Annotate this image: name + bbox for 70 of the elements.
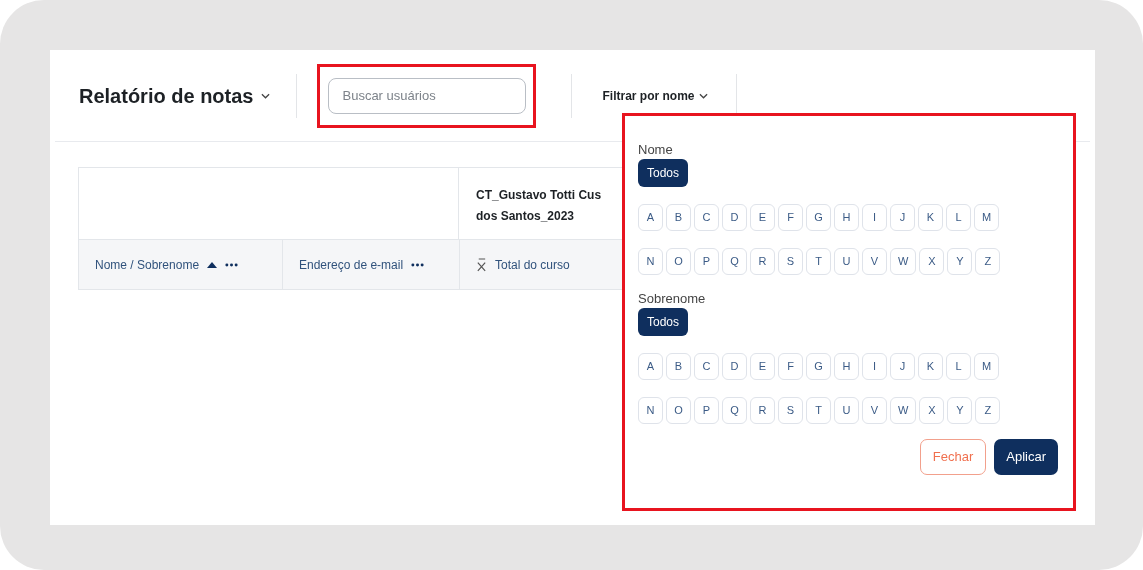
letter-button[interactable]: K [918, 204, 943, 231]
letter-button[interactable]: R [750, 248, 775, 275]
letter-button[interactable]: F [778, 353, 803, 380]
group-header: CT_Gustavo Totti Cus dos Santos_2023 [476, 187, 603, 225]
column-label[interactable]: Nome / Sobrenome [95, 255, 200, 274]
letter-button[interactable]: Z [975, 397, 1001, 424]
letter-button[interactable]: U [834, 248, 859, 275]
letter-button[interactable]: N [638, 397, 663, 424]
letter-button[interactable]: J [890, 353, 915, 380]
letter-button[interactable]: J [890, 204, 915, 231]
letter-button[interactable]: O [666, 248, 691, 275]
filter-dropdown[interactable]: Filtrar por nome [602, 86, 708, 105]
letter-button[interactable]: E [750, 204, 775, 231]
letter-button[interactable]: C [694, 353, 719, 380]
more-icon[interactable] [225, 262, 239, 267]
letter-button[interactable]: P [694, 248, 719, 275]
chevron-down-icon [261, 92, 271, 99]
letter-button[interactable]: L [946, 353, 971, 380]
group-label: Sobrenome [638, 291, 707, 307]
letter-button[interactable]: Z [975, 248, 1001, 275]
letter-button[interactable]: U [834, 397, 859, 424]
letter-button[interactable]: O [666, 397, 691, 424]
letter-button[interactable]: V [862, 397, 887, 424]
letter-button[interactable]: B [666, 204, 691, 231]
letter-button[interactable]: Y [947, 397, 973, 424]
letter-button[interactable]: A [638, 204, 663, 231]
more-icon[interactable] [411, 262, 425, 267]
letter-button[interactable]: F [778, 204, 803, 231]
letter-button[interactable]: X [919, 248, 945, 275]
letter-button[interactable]: A [638, 353, 663, 380]
letter-button[interactable]: D [722, 204, 747, 231]
column-label[interactable]: Total do curso [495, 255, 570, 274]
mean-icon [476, 257, 487, 272]
letter-button[interactable]: G [806, 204, 831, 231]
letter-button[interactable]: Q [722, 248, 747, 275]
letter-button[interactable]: P [694, 397, 719, 424]
group-label: Nome [638, 142, 674, 158]
letter-button[interactable]: E [750, 353, 775, 380]
chevron-down-icon [698, 92, 708, 99]
letter-button[interactable]: M [974, 353, 1000, 380]
letter-button[interactable]: I [862, 204, 887, 231]
letter-button[interactable]: I [862, 353, 887, 380]
apply-button[interactable]: Aplicar [994, 439, 1058, 475]
letter-button[interactable]: K [918, 353, 943, 380]
search-field[interactable]: Buscar usuários [328, 77, 527, 114]
letter-button[interactable]: S [778, 397, 803, 424]
letter-button[interactable]: Y [947, 248, 973, 275]
letter-button[interactable]: M [974, 204, 1000, 231]
all-button[interactable]: Todos [638, 159, 689, 187]
letter-button[interactable]: S [778, 248, 803, 275]
column-label[interactable]: Endereço de e-mail [299, 255, 404, 274]
sort-up-icon[interactable] [207, 261, 218, 268]
letter-button[interactable]: W [890, 397, 917, 424]
letter-button[interactable]: R [750, 397, 775, 424]
letter-button[interactable]: H [834, 353, 859, 380]
letter-button[interactable]: V [862, 248, 887, 275]
letter-button[interactable]: N [638, 248, 663, 275]
letter-button[interactable]: W [890, 248, 917, 275]
letter-button[interactable]: L [946, 204, 971, 231]
all-button[interactable]: Todos [638, 308, 689, 336]
letter-button[interactable]: Q [722, 397, 747, 424]
letter-button[interactable]: X [919, 397, 945, 424]
letter-button[interactable]: D [722, 353, 747, 380]
letter-button[interactable]: C [694, 204, 719, 231]
letter-button[interactable]: H [834, 204, 859, 231]
letter-button[interactable]: T [806, 397, 831, 424]
letter-button[interactable]: B [666, 353, 691, 380]
letter-button[interactable]: G [806, 353, 831, 380]
page-title: Relatório de notas [79, 83, 254, 109]
letter-button[interactable]: T [806, 248, 831, 275]
